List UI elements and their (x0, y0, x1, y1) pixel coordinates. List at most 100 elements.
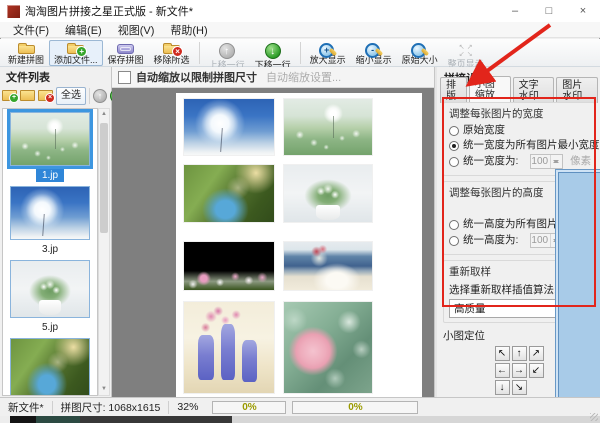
position-grid: ↖ ↑ ↗ ← → ↙ ↓ ↘ (443, 346, 595, 395)
option-label: 统一宽度为: (463, 155, 518, 168)
status-collage-size: 拼图尺寸: 1068x1615 (53, 400, 169, 415)
file-list-item[interactable] (7, 338, 93, 396)
height-value: 100 (531, 234, 550, 247)
file-list-panel: 文件列表 全选 1.jp 3.jp 5.jp (0, 67, 112, 397)
position-bottom-button[interactable]: ↓ (495, 380, 510, 395)
collage-photo-dandelion-sky[interactable] (184, 99, 274, 155)
tab-text-watermark[interactable]: 文字水印 (513, 77, 555, 103)
titlebar: 淘淘图片拼接之星正式版 - 新文件* – □ × (0, 0, 600, 22)
radio-icon[interactable] (449, 157, 459, 167)
move-down-row-button[interactable]: 下移一行 (250, 40, 296, 66)
menubar: 文件(F) 编辑(E) 视图(V) 帮助(H) (0, 22, 600, 38)
fit-page-button[interactable]: 整页显示 (443, 40, 489, 66)
scaling-tab-content: 调整每张图片的宽度 原始宽度 统一宽度为所有图片最小宽度 统一宽度为: 100 (443, 102, 595, 395)
maximize-button[interactable]: □ (532, 0, 566, 22)
window-title: 淘淘图片拼接之星正式版 - 新文件* (25, 3, 193, 19)
spinner-arrows-icon[interactable] (550, 155, 562, 168)
autoscale-checkbox[interactable] (118, 71, 131, 84)
toolbar-separator (199, 42, 200, 64)
close-button[interactable]: × (566, 0, 600, 22)
new-collage-button[interactable]: 新建拼图 (3, 40, 49, 66)
stitch-settings-panel: 拼接设置 排版 小图缩放 文字水印 图片水印 调整每张图片的宽度 原始宽度 统一… (437, 67, 600, 397)
option-label: 原始宽度 (463, 124, 505, 137)
thumbnail-dandelion-field (10, 112, 90, 166)
move-up-row-button[interactable]: 上移一行 (204, 40, 250, 66)
collage-photo-blue-bottles[interactable] (184, 302, 274, 393)
position-bottom-right-button[interactable]: ↘ (512, 380, 527, 395)
scrollbar-thumb[interactable] (100, 123, 108, 233)
status-zoom-level: 32% (169, 401, 206, 413)
position-top-left-button[interactable]: ↖ (495, 346, 510, 361)
scroll-down-icon[interactable] (99, 384, 109, 395)
file-list-item[interactable]: 3.jp (7, 186, 93, 256)
save-collage-button[interactable]: 保存拼图 (103, 40, 149, 66)
file-list-item[interactable]: 5.jp (7, 260, 93, 334)
position-top-button[interactable]: ↑ (512, 346, 527, 361)
add-folder-small-icon[interactable] (20, 90, 35, 101)
option-original-width[interactable]: 原始宽度 (449, 124, 589, 137)
width-value: 100 (531, 155, 550, 168)
option-label: 统一高度为: (463, 234, 518, 247)
collage-photo-vase-and-book[interactable] (284, 242, 372, 290)
radio-icon-checked[interactable] (449, 141, 459, 151)
minimize-button[interactable]: – (498, 0, 532, 22)
tab-image-scaling[interactable]: 小图缩放 (469, 76, 511, 103)
option-fixed-width[interactable]: 统一宽度为: 100 像素 (449, 154, 589, 169)
radio-icon[interactable] (449, 220, 459, 230)
settings-tabs: 排版 小图缩放 文字水印 图片水印 (437, 87, 600, 103)
actual-size-button[interactable]: 原始大小 (397, 40, 443, 66)
move-file-up-button[interactable] (93, 89, 107, 103)
file-list-item[interactable]: 1.jp (7, 112, 93, 182)
add-files-small-icon[interactable] (2, 90, 17, 101)
position-top-right-button[interactable]: ↗ (529, 346, 544, 361)
zoom-in-icon (318, 43, 337, 54)
collage-photo-dandelion-field[interactable] (284, 99, 372, 155)
width-group-title: 调整每张图片的宽度 (449, 106, 589, 121)
menu-file[interactable]: 文件(F) (5, 22, 57, 38)
option-label: 统一宽度为所有图片最小宽度 (463, 139, 600, 152)
file-list-header: 文件列表 (0, 67, 111, 84)
position-right-button[interactable]: → (512, 363, 527, 378)
strip-segment (10, 416, 36, 423)
remove-badge-icon (45, 93, 55, 103)
tab-image-watermark[interactable]: 图片水印 (556, 77, 598, 103)
collage-photo-night-flowers[interactable] (184, 242, 274, 290)
window-controls: – □ × (498, 0, 600, 22)
strip-segment (232, 416, 600, 423)
autoscale-settings-link[interactable]: 自动缩放设置... (266, 69, 341, 85)
menu-view[interactable]: 视图(V) (110, 22, 163, 38)
remove-selected-icon (163, 45, 180, 54)
collage-photo-white-flowers-pot[interactable] (284, 165, 372, 222)
tab-layout[interactable]: 排版 (440, 77, 467, 103)
option-min-width[interactable]: 统一宽度为所有图片最小宽度 (449, 139, 589, 152)
select-all-button[interactable]: 全选 (56, 87, 86, 105)
thumbnail-white-flowers-pot (10, 260, 90, 318)
add-files-button[interactable]: 添加文件... (49, 40, 103, 66)
position-bottom-left-button[interactable]: ↙ (529, 363, 544, 378)
collage-photo-pink-dahlia[interactable] (284, 302, 372, 393)
toolbar-button-label: 保存拼图 (108, 55, 144, 65)
radio-icon[interactable] (449, 126, 459, 136)
selected-algorithm: 高质量 (454, 301, 486, 316)
position-center-button[interactable] (555, 169, 600, 423)
menu-edit[interactable]: 编辑(E) (57, 22, 110, 38)
remove-selected-button[interactable]: 移除所选 (149, 40, 195, 66)
scroll-up-icon[interactable] (99, 109, 109, 120)
progress-bar-right: 0% (292, 401, 418, 414)
collage-canvas[interactable] (112, 88, 434, 397)
file-list-scrollbar[interactable] (98, 108, 110, 396)
autoscale-label: 自动缩放以限制拼图尺寸 (136, 69, 257, 85)
collage-photo-girl-in-blue[interactable] (184, 165, 274, 222)
position-left-button[interactable]: ← (495, 363, 510, 378)
status-file-name: 新文件* (0, 400, 52, 415)
resize-grip[interactable] (590, 413, 598, 421)
menu-help[interactable]: 帮助(H) (162, 22, 215, 38)
add-files-icon (67, 45, 84, 54)
radio-icon[interactable] (449, 236, 459, 246)
zoom-in-button[interactable]: 放大显示 (305, 40, 351, 66)
zoom-out-button[interactable]: 缩小显示 (351, 40, 397, 66)
remove-file-small-icon[interactable] (38, 90, 53, 101)
width-group: 调整每张图片的宽度 原始宽度 统一宽度为所有图片最小宽度 统一宽度为: 100 (443, 102, 595, 176)
position-center-icon (558, 172, 600, 423)
width-value-spinner[interactable]: 100 (530, 154, 563, 169)
